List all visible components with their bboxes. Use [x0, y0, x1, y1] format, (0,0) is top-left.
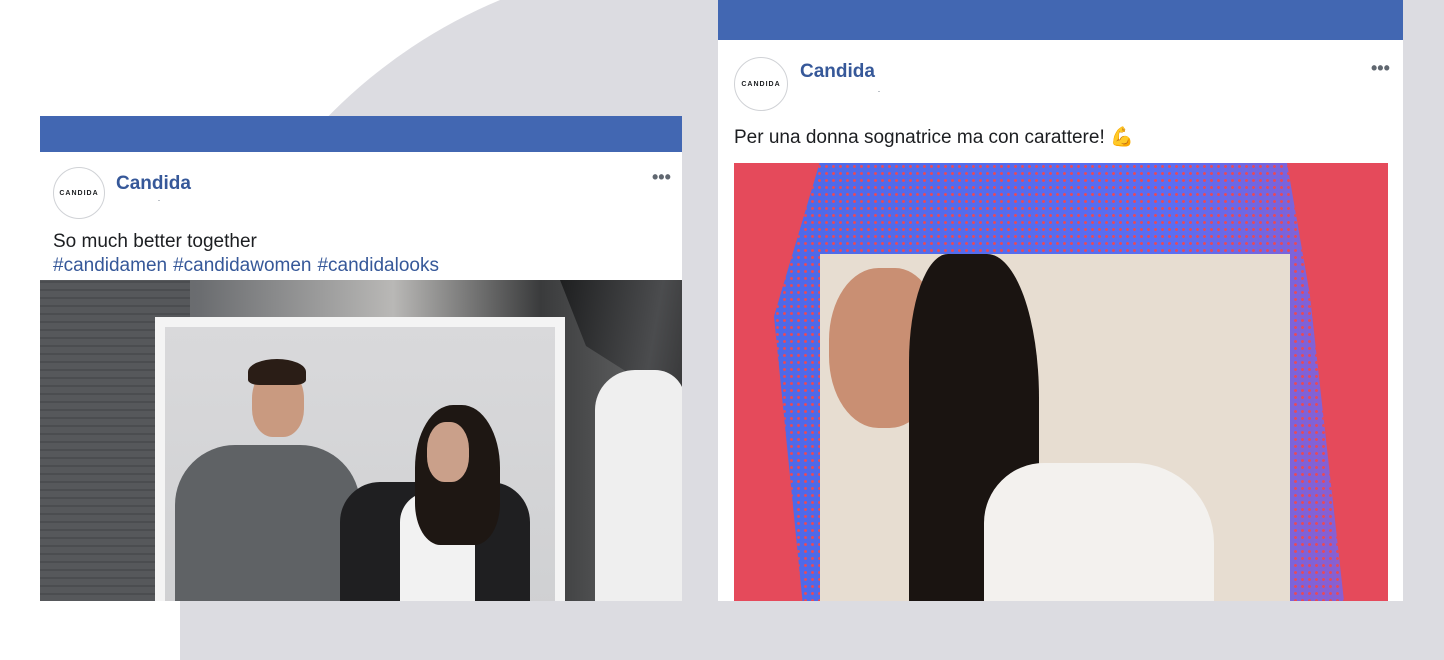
more-options-button[interactable]: •••	[652, 168, 671, 186]
post-caption: Per una donna sognatrice ma con caratter…	[734, 125, 1134, 149]
hashtag-link[interactable]: #candidawomen	[173, 255, 311, 276]
more-options-button[interactable]: •••	[1371, 59, 1390, 77]
post-image[interactable]	[734, 163, 1388, 601]
post-card-right: CANDIDA Candida ••• Per una donna sognat…	[718, 0, 1403, 601]
caption-text: Per una donna sognatrice ma con caratter…	[734, 127, 1105, 148]
avatar-logo-text: CANDIDA	[741, 80, 781, 88]
post-caption: So much better together	[53, 231, 257, 252]
avatar-logo-text: CANDIDA	[59, 189, 99, 197]
image-shirt	[595, 370, 682, 601]
hashtag-link[interactable]: #candidalooks	[317, 255, 438, 276]
page-avatar[interactable]: CANDIDA	[53, 167, 105, 219]
man-figure	[175, 445, 360, 601]
page-avatar[interactable]: CANDIDA	[734, 57, 788, 111]
flexed-biceps-icon: 💪	[1110, 127, 1134, 148]
woman-shoulder	[984, 463, 1214, 601]
image-inset-photo	[165, 327, 555, 601]
background-strip	[1403, 0, 1444, 601]
hashtag-link[interactable]: #candidamen	[53, 255, 167, 276]
post-header-bar	[40, 116, 682, 152]
post-header-bar	[718, 0, 1403, 40]
post-meta	[878, 91, 880, 92]
man-hair	[248, 359, 306, 385]
post-hashtags: #candidamen #candidawomen #candidalooks	[53, 255, 445, 277]
page-name-link[interactable]: Candida	[800, 61, 875, 83]
post-card-left: CANDIDA Candida ••• So much better toget…	[40, 116, 682, 601]
woman-face	[427, 422, 469, 482]
post-meta	[158, 200, 160, 201]
page-name-link[interactable]: Candida	[116, 173, 191, 195]
post-image[interactable]	[40, 280, 682, 601]
